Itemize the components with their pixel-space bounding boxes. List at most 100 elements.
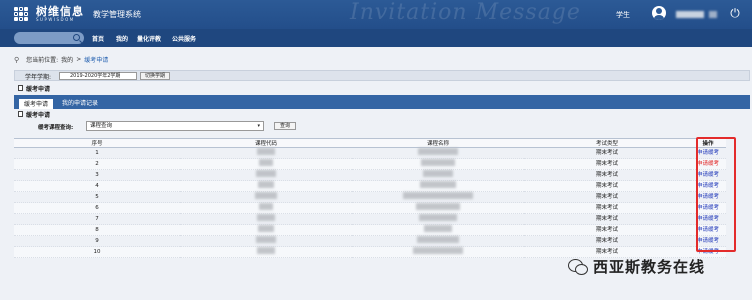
table-row: 3 期末考试 申请缓考 bbox=[14, 169, 726, 181]
course-code-redacted bbox=[180, 246, 352, 258]
redaction-blur bbox=[257, 148, 275, 155]
course-code-redacted bbox=[180, 191, 352, 203]
search-icon[interactable] bbox=[73, 34, 80, 41]
redaction-blur bbox=[258, 225, 274, 232]
semester-label: 学年学期: bbox=[25, 74, 52, 81]
row-number: 4 bbox=[14, 180, 180, 192]
exam-type: 期末考试 bbox=[524, 147, 690, 159]
exam-type: 期末考试 bbox=[524, 180, 690, 192]
breadcrumb-current[interactable]: 缓考申请 bbox=[84, 55, 108, 64]
wechat-icon bbox=[568, 259, 588, 275]
exam-type: 期末考试 bbox=[524, 191, 690, 203]
wechat-badge: 西亚斯教务在线 bbox=[568, 256, 705, 277]
course-code-redacted bbox=[180, 180, 352, 192]
redaction-blur bbox=[255, 192, 277, 199]
redaction-blur bbox=[420, 181, 456, 188]
avatar-icon[interactable] bbox=[652, 6, 666, 20]
exam-type: 期末考试 bbox=[524, 213, 690, 225]
row-number: 3 bbox=[14, 169, 180, 181]
course-name-redacted bbox=[352, 246, 524, 258]
redaction-blur bbox=[257, 247, 275, 254]
nav-bar: 首页 我的 量化评教 公共服务 bbox=[0, 29, 752, 47]
row-number: 8 bbox=[14, 224, 180, 236]
table-row: 5 期末考试 申请缓考 bbox=[14, 191, 726, 203]
query-button[interactable]: 查询 bbox=[274, 122, 297, 130]
row-number: 5 bbox=[14, 191, 180, 203]
subsection-title: 缓考申请 bbox=[18, 110, 50, 119]
system-title: 教学管理系统 bbox=[93, 10, 141, 19]
table-row: 9 期末考试 申请缓考 bbox=[14, 235, 726, 247]
document-icon bbox=[18, 85, 23, 91]
course-name-redacted bbox=[352, 169, 524, 181]
redaction-blur bbox=[418, 148, 458, 155]
table-row: 6 期末考试 申请缓考 bbox=[14, 202, 726, 214]
brand-logo[interactable]: 树维信息 SUPWISDOM bbox=[14, 6, 84, 22]
semester-bar: 学年学期: 2019-2020学年2学期 切换学期 bbox=[14, 70, 750, 81]
nav-teaching-evaluation[interactable]: 量化评教 bbox=[137, 34, 161, 43]
location-pin-icon: ⚲ bbox=[14, 55, 20, 64]
row-number: 7 bbox=[14, 213, 180, 225]
course-name-redacted bbox=[352, 158, 524, 170]
user-role: 学生 bbox=[616, 11, 630, 19]
nav-home[interactable]: 首页 bbox=[92, 34, 104, 43]
switch-semester-button[interactable]: 切换学期 bbox=[140, 72, 171, 80]
redaction-blur bbox=[424, 225, 452, 232]
course-name-redacted bbox=[352, 213, 524, 225]
table-row: 2 期末考试 申请缓考 bbox=[14, 158, 726, 170]
table-row: 4 期末考试 申请缓考 bbox=[14, 180, 726, 192]
course-name-redacted bbox=[352, 147, 524, 159]
exam-type: 期末考试 bbox=[524, 202, 690, 214]
redaction-blur bbox=[421, 159, 455, 166]
exam-type: 期末考试 bbox=[524, 224, 690, 236]
course-name-redacted bbox=[352, 235, 524, 247]
table-header-row: 序号 课程代码 课程名称 考试类型 操作 bbox=[14, 138, 726, 148]
course-code-redacted bbox=[180, 169, 352, 181]
search-input[interactable] bbox=[14, 32, 84, 44]
redaction-blur bbox=[258, 181, 274, 188]
power-icon[interactable]: ⏻ bbox=[728, 6, 742, 20]
chevron-down-icon: ▾ bbox=[257, 123, 260, 129]
breadcrumb-separator: > bbox=[76, 56, 82, 63]
redaction-blur bbox=[416, 203, 460, 210]
section-title: 缓考申请 bbox=[18, 84, 51, 93]
row-number: 2 bbox=[14, 158, 180, 170]
row-number: 10 bbox=[14, 246, 180, 258]
redaction-blur bbox=[256, 236, 276, 243]
course-code-redacted bbox=[180, 235, 352, 247]
tab-deferred-exam[interactable]: 缓考申请 bbox=[18, 98, 55, 109]
col-header-code: 课程代码 bbox=[180, 138, 352, 148]
header-watermark: Invitation Message bbox=[350, 0, 581, 25]
breadcrumb-parent[interactable]: 我的 bbox=[61, 55, 73, 64]
nav-public-service[interactable]: 公共服务 bbox=[172, 34, 196, 43]
query-row: 缓考课程查询: 课程查询 ▾ 查询 bbox=[14, 120, 750, 134]
logo-subname: SUPWISDOM bbox=[36, 17, 75, 22]
exam-type: 期末考试 bbox=[524, 169, 690, 181]
course-code-redacted bbox=[180, 224, 352, 236]
logo-icon bbox=[14, 6, 32, 22]
exam-type: 期末考试 bbox=[524, 158, 690, 170]
course-table: 序号 课程代码 课程名称 考试类型 操作 1 期末考试 申请缓考 2 期末考试 申请缓考 3… bbox=[14, 138, 726, 258]
breadcrumb-prefix: 您当前位置: bbox=[26, 57, 59, 64]
logo-name: 树维信息 bbox=[36, 5, 84, 18]
redaction-blur bbox=[419, 214, 457, 221]
course-name-redacted bbox=[352, 180, 524, 192]
col-header-name: 课程名称 bbox=[352, 138, 524, 148]
section-title-text: 缓考申请 bbox=[26, 85, 51, 93]
redaction-blur bbox=[257, 214, 275, 221]
redaction-blur bbox=[256, 170, 276, 177]
redaction-blur bbox=[423, 170, 453, 177]
col-header-exam-type: 考试类型 bbox=[524, 138, 690, 148]
course-code-redacted bbox=[180, 147, 352, 159]
top-header: 树维信息 SUPWISDOM 教学管理系统 Invitation Message… bbox=[0, 0, 752, 29]
table-row: 8 期末考试 申请缓考 bbox=[14, 224, 726, 236]
table-row: 7 期末考试 申请缓考 bbox=[14, 213, 726, 225]
tab-my-applications[interactable]: 我的申请记录 bbox=[57, 98, 103, 109]
semester-field[interactable]: 2019-2020学年2学期 bbox=[59, 72, 137, 80]
course-name-redacted bbox=[352, 202, 524, 214]
redacted-userinfo bbox=[709, 11, 717, 18]
row-number: 1 bbox=[14, 147, 180, 159]
nav-mine[interactable]: 我的 bbox=[116, 34, 128, 43]
redaction-blur bbox=[259, 159, 273, 166]
course-query-select[interactable]: 课程查询 ▾ bbox=[86, 121, 264, 131]
row-number: 9 bbox=[14, 235, 180, 247]
